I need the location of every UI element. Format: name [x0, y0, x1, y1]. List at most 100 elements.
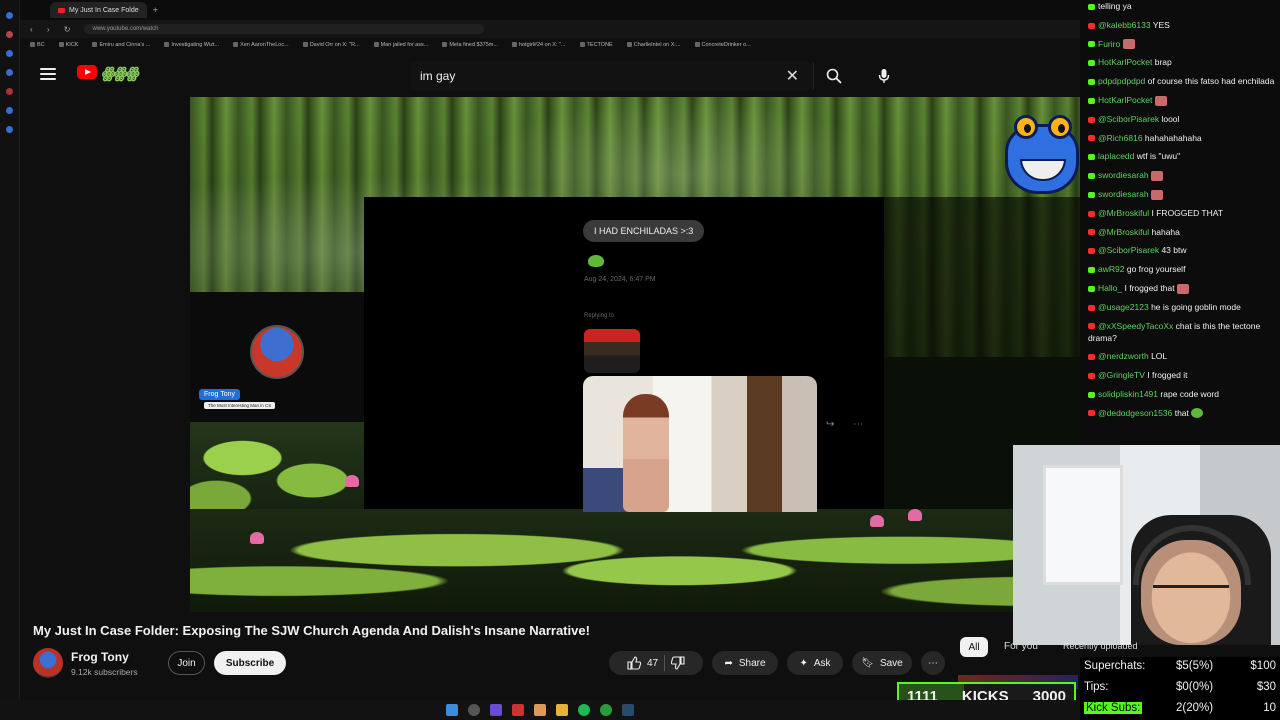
chat-text: LOL — [1151, 351, 1168, 362]
bookmark-item[interactable]: Xen AaronTheLoc... — [233, 42, 289, 48]
video-player[interactable]: Frog Tony The Most Interesting Man in CS… — [190, 97, 1080, 612]
chat-username[interactable]: HotKarlPocket — [1098, 95, 1152, 105]
bookmark-favicon-icon — [579, 42, 585, 48]
close-icon[interactable]: ✕ — [786, 66, 799, 86]
thumbs-up-icon[interactable] — [627, 656, 641, 670]
chat-username[interactable]: @SciborPisarek — [1098, 114, 1159, 124]
kick-platform-icon — [1088, 78, 1095, 85]
search-icon[interactable] — [468, 704, 480, 716]
bookmark-item[interactable]: Meta fined $375m... — [442, 42, 498, 48]
hamburger-menu-icon[interactable] — [40, 68, 56, 80]
rail-app-icon[interactable] — [6, 31, 13, 38]
streamer-avatar — [250, 325, 304, 379]
chat-text: wtf is "uwu" — [1136, 151, 1181, 162]
join-button[interactable]: Join — [168, 651, 205, 675]
bookmark-item[interactable]: Investigating Wizt... — [164, 42, 219, 48]
rail-app-icon[interactable] — [6, 50, 13, 57]
logo-doodle[interactable]: ꙮꙮꙮ — [101, 64, 139, 82]
channel-name[interactable]: Frog Tony — [71, 650, 129, 664]
attached-photo — [583, 376, 817, 512]
chat-username[interactable]: @xXSpeedyTacoXx — [1098, 321, 1173, 331]
bookmark-item[interactable]: Emiru and Cinna's ... — [92, 42, 150, 48]
nav-buttons[interactable]: ‹ › ↻ — [30, 25, 76, 34]
bookmark-item[interactable]: Man jailed for ass... — [373, 42, 428, 48]
kick-platform-icon — [1088, 285, 1095, 292]
divider — [664, 655, 666, 671]
bookmark-item[interactable]: hotgirl#24 on X: "... — [511, 42, 566, 48]
bookmark-item[interactable]: KICK — [58, 42, 79, 48]
url-field[interactable]: www.youtube.com/watch — [84, 24, 485, 34]
subscribe-button[interactable]: Subscribe — [214, 651, 286, 675]
rail-app-icon[interactable] — [6, 88, 13, 95]
steam-icon[interactable] — [622, 704, 634, 716]
spotify-icon[interactable] — [578, 704, 590, 716]
kick-platform-icon — [1088, 41, 1095, 48]
filter-recently-uploaded-chip[interactable]: Recently uploaded — [1063, 641, 1138, 651]
name-tag: Frog Tony — [199, 389, 240, 400]
bookmark-item[interactable]: TECTONE — [579, 42, 613, 48]
chat-username[interactable]: Furiro — [1098, 39, 1120, 49]
chat-username[interactable]: pdpdpdpdpd — [1098, 76, 1145, 86]
bookmark-favicon-icon — [58, 42, 64, 48]
bookmark-item[interactable]: CharlieIntel on X:... — [626, 42, 681, 48]
ask-label: Ask — [813, 657, 831, 669]
youtube-logo-icon[interactable] — [77, 65, 97, 79]
windows-start-icon[interactable] — [446, 704, 458, 716]
chat-emote-icon — [1122, 39, 1135, 50]
chat-message: @xXSpeedyTacoXx chat is this the tectone… — [1080, 320, 1280, 344]
chat-username[interactable]: @MrBroskiful — [1098, 227, 1149, 237]
channel-avatar[interactable] — [33, 648, 63, 678]
rail-app-icon[interactable] — [6, 12, 13, 19]
app-icon[interactable] — [512, 704, 524, 716]
xbox-icon[interactable] — [600, 704, 612, 716]
ask-button[interactable]: ✦ Ask — [787, 651, 843, 675]
search-input[interactable] — [420, 69, 760, 83]
chat-username[interactable]: @GringleTV — [1098, 370, 1145, 380]
chat-username[interactable]: @MrBroskiful — [1098, 208, 1149, 218]
chat-username[interactable]: swordiesarah — [1098, 189, 1149, 199]
folder-icon[interactable] — [556, 704, 568, 716]
browser-tab-active[interactable]: My Just In Case Folde — [50, 2, 147, 18]
like-count[interactable]: 47 — [647, 658, 658, 669]
bookmark-label: Meta fined $375m... — [449, 42, 498, 48]
bookmark-item[interactable]: ConcreteDrinker o... — [694, 42, 751, 48]
chat-username[interactable]: @kalebb6133 — [1098, 20, 1151, 30]
chat-username[interactable]: @nerdzworth — [1098, 351, 1149, 361]
chat-username[interactable]: @Rich6816 — [1098, 133, 1143, 143]
chat-username[interactable]: solidpliskin1491 — [1098, 389, 1158, 399]
bookmark-label: KICK — [65, 42, 79, 48]
chat-text: hahaha — [1151, 226, 1180, 237]
chat-username[interactable]: @dedodgeson1536 — [1098, 408, 1172, 418]
bookmark-item[interactable]: David Orr on X: "R... — [302, 42, 360, 48]
chat-username[interactable]: awR92 — [1098, 264, 1124, 274]
rail-app-icon[interactable] — [6, 126, 13, 133]
more-actions-button[interactable]: ⋯ — [921, 651, 945, 675]
app-icon[interactable] — [534, 704, 546, 716]
chat-username[interactable]: HotKarlPocket — [1098, 57, 1152, 67]
chat-username[interactable]: @usage2123 — [1098, 302, 1149, 312]
app-icon[interactable] — [490, 704, 502, 716]
lily-pond-background — [190, 509, 1080, 612]
chat-username[interactable]: swordiesarah — [1098, 170, 1149, 180]
bookmark-label: hotgirl#24 on X: "... — [518, 42, 566, 48]
chat-message: swordiesarah — [1080, 169, 1280, 181]
bookmark-item[interactable]: BC — [30, 42, 45, 48]
rail-app-icon[interactable] — [6, 107, 13, 114]
save-button[interactable]: 🔖︎ Save — [852, 651, 912, 675]
youtube-platform-icon — [1088, 248, 1095, 255]
chat-username[interactable]: Hallo_ — [1098, 283, 1122, 293]
search-button[interactable] — [816, 62, 852, 90]
filter-all-chip[interactable]: All — [960, 637, 988, 657]
chat-username[interactable]: laplacedd — [1098, 151, 1134, 161]
tab-title: My Just In Case Folde — [69, 6, 139, 14]
bookmarks-bar: BC KICK Emiru and Cinna's ... Investigating… — [20, 38, 1080, 52]
chat-text: 43 btw — [1161, 245, 1187, 256]
bookmark-favicon-icon — [164, 42, 170, 48]
voice-search-button[interactable] — [868, 62, 900, 90]
share-button[interactable]: ➦ Share — [712, 651, 778, 675]
kick-platform-icon — [1088, 266, 1095, 273]
thumbs-down-icon[interactable] — [671, 656, 685, 670]
chat-username[interactable]: @SciborPisarek — [1098, 245, 1159, 255]
rail-app-icon[interactable] — [6, 69, 13, 76]
new-tab-icon[interactable]: + — [153, 5, 158, 15]
